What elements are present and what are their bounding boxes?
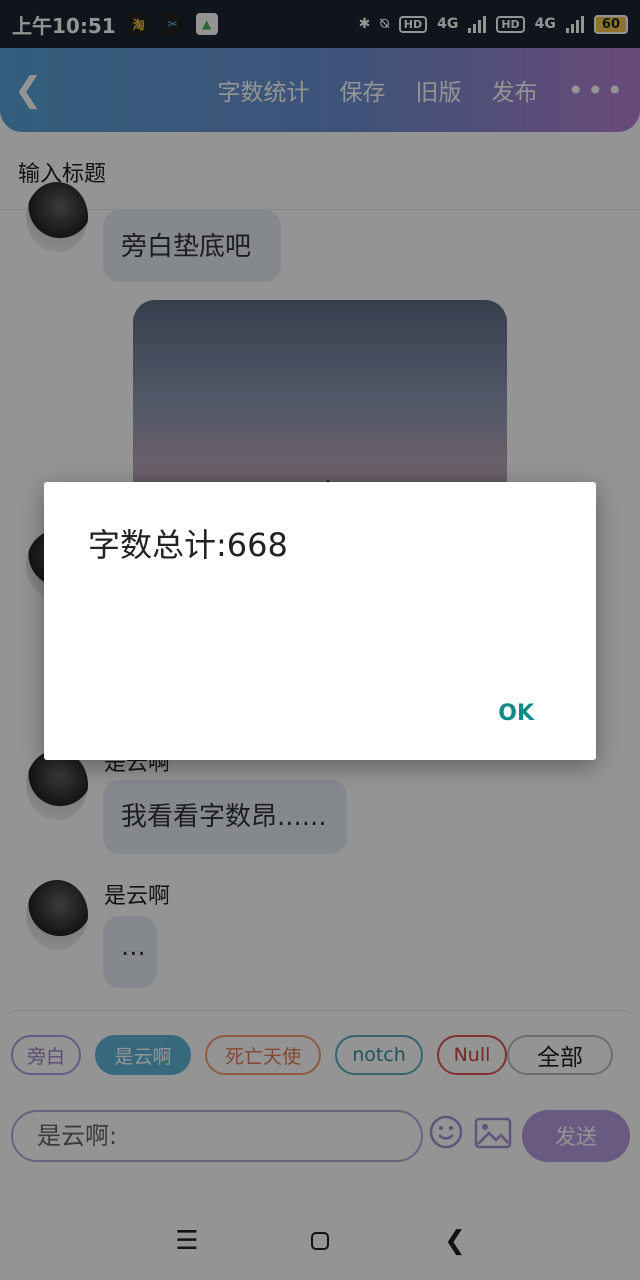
ok-button[interactable]: OK [498,701,534,726]
word-count-dialog: 字数总计:668 OK [44,482,596,760]
dialog-message: 字数总计:668 [88,526,288,564]
